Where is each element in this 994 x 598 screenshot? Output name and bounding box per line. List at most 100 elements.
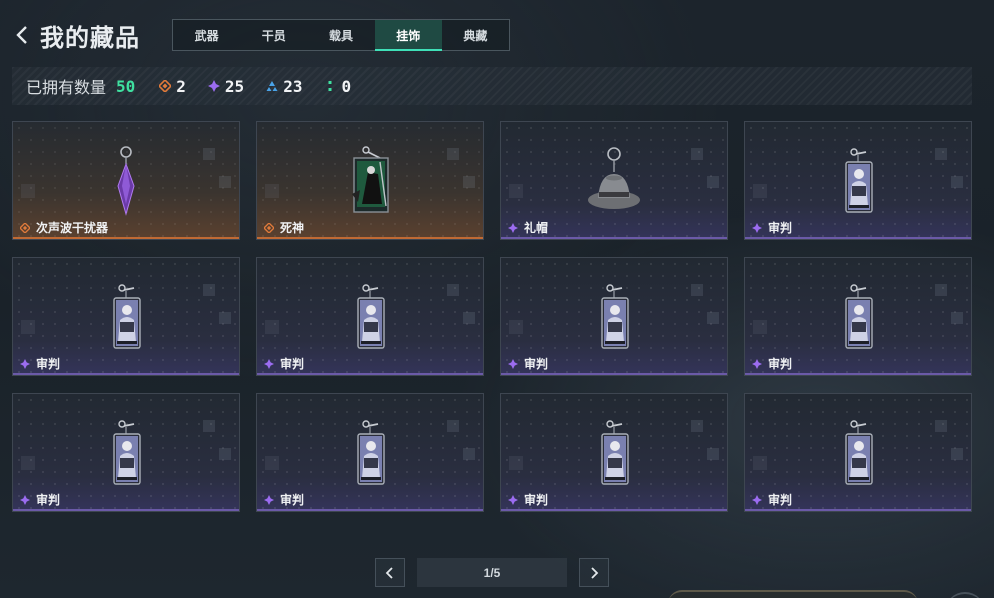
judgment-card-image [828,280,888,352]
charm-name: 审判 [768,357,793,371]
prev-page-button[interactable] [375,558,405,587]
card-background-pattern [203,284,231,338]
card-background-pattern [935,284,963,338]
card-background-pattern [753,456,767,470]
card-background-pattern [21,320,35,334]
orange-diamond-icon [264,222,274,233]
charm-card[interactable]: 审判 [500,257,728,376]
owned-label: 已拥有数量 [26,80,107,97]
rarity-bar [745,237,971,239]
charm-card[interactable]: 死神 [256,121,484,240]
card-background-pattern [691,420,719,474]
card-background-pattern [935,148,963,202]
charm-card[interactable]: 审判 [12,257,240,376]
charm-name: 审判 [280,357,305,371]
card-background-pattern [509,320,523,334]
card-background-pattern [935,420,963,474]
charm-name: 审判 [36,493,61,507]
charm-card[interactable]: 审判 [744,257,972,376]
judgment-card-image [340,416,400,488]
card-background-pattern [753,184,767,198]
charm-card[interactable]: 次声波干扰器 [12,121,240,240]
purple-diamond-icon [20,494,30,505]
rarity-bar [13,373,239,375]
green-dots-icon [328,81,332,91]
purple-diamond-icon [752,358,762,369]
judgment-card-image [340,280,400,352]
page-indicator: 1/5 [417,558,567,587]
bottom-action-button-edge[interactable] [668,590,918,598]
stat-green-tier: 0 [324,77,351,96]
fedora-hat-image [584,144,644,216]
charm-card[interactable]: 审判 [256,393,484,512]
next-page-button[interactable] [579,558,609,587]
tab-weapons[interactable]: 武器 [173,20,240,50]
chevron-left-icon [16,26,27,44]
stat-green-count: 0 [341,76,352,96]
chevron-right-icon [591,566,599,579]
rarity-bar [501,509,727,511]
orange-diamond-icon [20,222,30,233]
card-name-row: 审判 [264,491,304,508]
charm-name: 审判 [524,357,549,371]
charm-name: 礼帽 [524,221,549,235]
purple-diamond-icon [508,494,518,505]
card-background-pattern [265,456,279,470]
card-background-pattern [509,456,523,470]
charm-card[interactable]: 审判 [744,393,972,512]
reaper-card-image [340,144,400,216]
card-name-row: 死神 [264,219,304,236]
stat-blue-count: 23 [283,76,303,96]
card-background-pattern [265,320,279,334]
charm-name: 审判 [768,221,793,235]
charm-card[interactable]: 礼帽 [500,121,728,240]
card-name-row: 审判 [752,355,792,372]
rarity-bar [257,237,483,239]
card-background-pattern [21,184,35,198]
card-name-row: 审判 [752,219,792,236]
purple-diamond-icon [508,222,518,233]
rarity-bar [13,509,239,511]
card-background-pattern [203,420,231,474]
charm-name: 次声波干扰器 [36,221,109,235]
card-background-pattern [753,320,767,334]
charm-card[interactable]: 审判 [12,393,240,512]
charm-name: 审判 [36,357,61,371]
stat-purple-tier: 25 [207,77,244,96]
judgment-card-image [584,416,644,488]
card-background-pattern [691,284,719,338]
tab-vehicles[interactable]: 载具 [307,20,374,50]
card-background-pattern [447,284,475,338]
purple-diamond-icon [508,358,518,369]
purple-diamond-icon [752,494,762,505]
card-name-row: 次声波干扰器 [20,219,108,236]
card-background-pattern [447,148,475,202]
charm-card[interactable]: 审判 [744,121,972,240]
stat-blue-tier: 23 [266,77,302,96]
card-name-row: 审判 [752,491,792,508]
purple-diamond-icon [264,494,274,505]
rarity-bar [501,373,727,375]
rarity-bar [501,237,727,239]
stat-orange-count: 2 [176,76,186,96]
page-title: 我的藏品 [40,25,140,52]
back-button[interactable] [12,20,34,50]
rarity-bar [13,237,239,239]
card-background-pattern [265,184,279,198]
bottom-round-button-edge[interactable] [945,592,985,598]
card-background-pattern [509,184,523,198]
judgment-card-image [96,280,156,352]
charm-card[interactable]: 审判 [500,393,728,512]
card-background-pattern [447,420,475,474]
tab-collection[interactable]: 典藏 [442,20,509,50]
card-name-row: 审判 [20,491,60,508]
card-name-row: 审判 [20,355,60,372]
judgment-card-image [828,416,888,488]
rarity-bar [745,509,971,511]
tab-charms[interactable]: 挂饰 [374,20,443,51]
tab-operators[interactable]: 干员 [240,20,307,50]
purple-diamond-icon [20,358,30,369]
orange-diamond-icon [159,80,172,92]
rarity-bar [745,373,971,375]
charm-card[interactable]: 审判 [256,257,484,376]
